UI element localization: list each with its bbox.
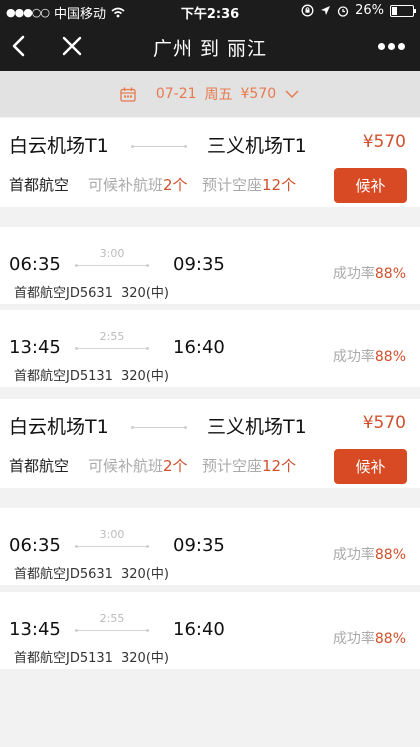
seat-info: 预计空座12个 xyxy=(202,176,297,194)
page-title: 广州 到 丽江 xyxy=(152,38,268,60)
arrival-time: 09:35 xyxy=(173,535,225,556)
arrival-time: 16:40 xyxy=(173,337,225,358)
duration-line xyxy=(75,347,149,350)
more-options-icon[interactable] xyxy=(378,36,408,56)
selected-date: 07-21 xyxy=(155,86,197,102)
nav-bar: 广州 到 丽江 xyxy=(0,22,420,71)
success-rate: 成功率88% xyxy=(332,631,406,647)
selected-weekday: 周五 xyxy=(204,87,233,103)
flight-number: 首都航空JD5631 xyxy=(14,286,113,301)
flight-row[interactable]: 06:35 3:00 09:35 首都航空JD5631 320(中) 成功率88… xyxy=(0,227,420,304)
aircraft-type: 320(中) xyxy=(121,651,169,666)
waitlist-button[interactable]: 候补 xyxy=(334,449,407,484)
rotation-lock-icon xyxy=(301,4,314,17)
calendar-icon xyxy=(120,87,136,102)
airline-name: 首都航空 xyxy=(9,176,70,194)
waitlist-button[interactable]: 候补 xyxy=(334,168,407,203)
route-line xyxy=(131,145,187,148)
route-price: ¥570 xyxy=(362,413,406,433)
alt-flights-info: 可候补航班2个 xyxy=(88,457,188,475)
arrival-time: 09:35 xyxy=(173,254,225,275)
battery-icon xyxy=(390,4,416,17)
duration-line xyxy=(75,264,149,267)
route-card: 白云机场T1 三义机场T1 ¥570 首都航空 可候补航班2个 预计空座12个 … xyxy=(0,399,420,488)
flight-duration: 3:00 xyxy=(99,247,125,260)
route-line xyxy=(131,426,187,429)
departure-airport: 白云机场T1 xyxy=(9,135,109,157)
seat-info: 预计空座12个 xyxy=(202,457,297,475)
flight-row[interactable]: 13:45 2:55 16:40 首都航空JD5131 320(中) 成功率88… xyxy=(0,592,420,669)
flight-row[interactable]: 06:35 3:00 09:35 首都航空JD5631 320(中) 成功率88… xyxy=(0,508,420,585)
battery-percent: 26% xyxy=(355,3,384,18)
departure-time: 06:35 xyxy=(9,254,61,275)
departure-time: 13:45 xyxy=(9,619,61,640)
departure-time: 13:45 xyxy=(9,337,61,358)
duration-line xyxy=(75,629,149,632)
chevron-down-icon xyxy=(285,90,299,99)
flight-number: 首都航空JD5131 xyxy=(14,651,113,666)
flight-duration: 3:00 xyxy=(99,528,125,541)
route-price: ¥570 xyxy=(362,132,406,152)
aircraft-type: 320(中) xyxy=(121,286,169,301)
success-rate: 成功率88% xyxy=(332,547,406,563)
success-rate: 成功率88% xyxy=(332,349,406,365)
alarm-icon xyxy=(337,5,349,17)
aircraft-type: 320(中) xyxy=(121,567,169,582)
flight-row[interactable]: 13:45 2:55 16:40 首都航空JD5131 320(中) 成功率88… xyxy=(0,310,420,387)
flight-duration: 2:55 xyxy=(99,612,125,625)
route-card: 白云机场T1 三义机场T1 ¥570 首都航空 可候补航班2个 预计空座12个 … xyxy=(0,118,420,207)
flight-duration: 2:55 xyxy=(99,330,125,343)
duration-line xyxy=(75,545,149,548)
lowest-price: ¥570 xyxy=(240,86,277,102)
arrival-airport: 三义机场T1 xyxy=(207,135,307,157)
status-bar: ●●●○○ 中国移动 下午2:36 26% xyxy=(0,0,420,22)
airline-name: 首都航空 xyxy=(9,457,70,475)
departure-time: 06:35 xyxy=(9,535,61,556)
location-icon xyxy=(321,6,331,15)
arrival-airport: 三义机场T1 xyxy=(207,416,307,438)
flight-number: 首都航空JD5631 xyxy=(14,567,113,582)
aircraft-type: 320(中) xyxy=(121,369,169,384)
date-selector[interactable]: 07-21 周五 ¥570 xyxy=(0,71,420,117)
success-rate: 成功率88% xyxy=(332,266,406,282)
alt-flights-info: 可候补航班2个 xyxy=(88,176,188,194)
arrival-time: 16:40 xyxy=(173,619,225,640)
flight-number: 首都航空JD5131 xyxy=(14,369,113,384)
departure-airport: 白云机场T1 xyxy=(9,416,109,438)
